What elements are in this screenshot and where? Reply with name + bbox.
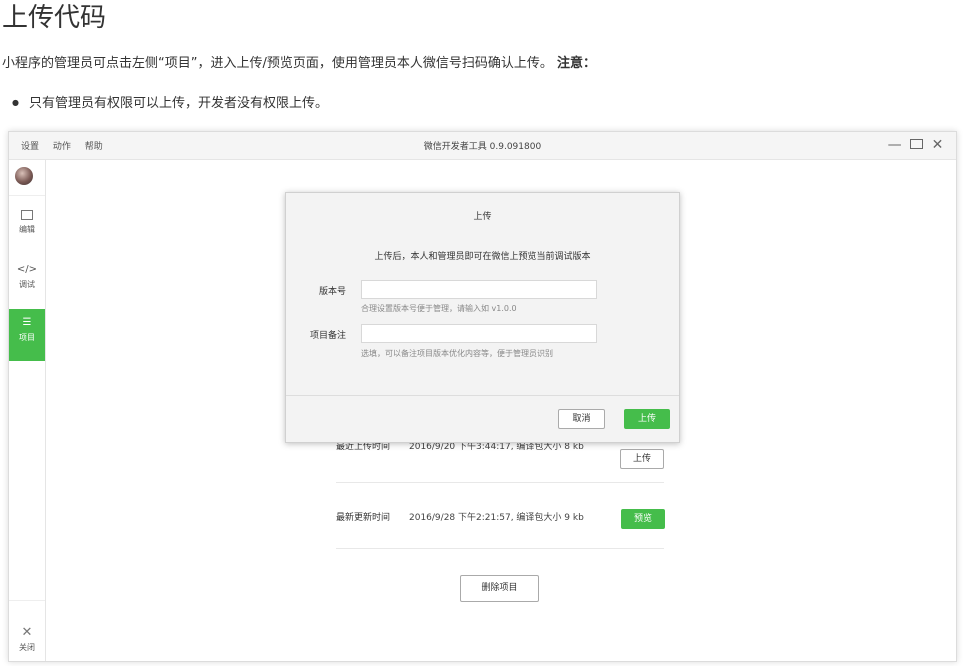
sidebar-item-project[interactable]: ☰ 项目 [9, 309, 45, 361]
sidebar-divider [9, 195, 45, 196]
latest-update-value: 2016/9/28 下午2:21:57, 编译包大小 9 kb [409, 513, 584, 523]
note-input[interactable] [361, 324, 597, 343]
code-icon: </> [16, 264, 38, 275]
sidebar-item-debug[interactable]: </> 调试 [9, 256, 45, 308]
sidebar-divider [9, 600, 45, 601]
window-title: 微信开发者工具 0.9.091800 [423, 142, 542, 152]
preview-button[interactable]: 预览 [621, 509, 665, 529]
doc-bullet-item: 只有管理员有权限可以上传，开发者没有权限上传。 [12, 94, 328, 113]
minimize-icon[interactable]: — [886, 136, 903, 154]
menu-lines-icon: ☰ [22, 317, 32, 328]
sidebar-item-label: 项目 [19, 333, 35, 342]
cancel-button[interactable]: 取消 [558, 409, 605, 429]
note-label: 项目备注 [309, 331, 346, 341]
version-input[interactable] [361, 280, 597, 299]
devtools-window: 设置 动作 帮助 微信开发者工具 0.9.091800 — ✕ 编辑 </> 调… [8, 131, 957, 662]
editor-icon [21, 210, 33, 220]
upload-dialog: 上传 上传后，本人和管理员即可在微信上预览当前调试版本 版本号 合理设置版本号便… [285, 192, 680, 443]
avatar[interactable] [15, 167, 33, 185]
sidebar-item-label: 调试 [19, 280, 35, 289]
dialog-footer: 取消 上传 [286, 395, 679, 442]
sidebar-item-label: 编辑 [19, 225, 35, 234]
maximize-icon[interactable] [908, 136, 925, 154]
close-icon[interactable]: ✕ [929, 136, 946, 154]
sidebar-close-label: 关闭 [19, 643, 35, 652]
sidebar-item-edit[interactable]: 编辑 [9, 202, 45, 254]
doc-note: 注意： [557, 56, 597, 71]
dialog-upload-button[interactable]: 上传 [624, 409, 670, 429]
note-hint: 选填，可以备注项目版本优化内容等，便于管理员识别 [361, 349, 553, 358]
sidebar-item-close[interactable]: ✕ 关闭 [9, 625, 45, 653]
doc-title: 上传代码 [2, 3, 107, 33]
doc-paragraph-text: 小程序的管理员可点击左侧“项目”，进入上传/预览页面，使用管理员本人微信号扫码确… [2, 56, 553, 71]
window-controls: — ✕ [886, 136, 946, 154]
latest-update-row: 最新更新时间 2016/9/28 下午2:21:57, 编译包大小 9 kb 预… [336, 488, 665, 549]
doc-paragraph: 小程序的管理员可点击左侧“项目”，进入上传/预览页面，使用管理员本人微信号扫码确… [2, 55, 596, 73]
sidebar: 编辑 </> 调试 ☰ 项目 ✕ 关闭 [9, 160, 46, 661]
latest-update-label: 最新更新时间 [336, 513, 391, 523]
title-bar: 设置 动作 帮助 微信开发者工具 0.9.091800 — ✕ [9, 132, 956, 160]
close-x-icon: ✕ [21, 625, 33, 640]
doc-bullet-list: 只有管理员有权限可以上传，开发者没有权限上传。 [12, 94, 328, 113]
dialog-description: 上传后，本人和管理员即可在微信上预览当前调试版本 [374, 252, 591, 262]
delete-project-button[interactable]: 删除项目 [460, 575, 539, 602]
upload-button[interactable]: 上传 [620, 449, 664, 469]
version-hint: 合理设置版本号便于管理，请输入如 v1.0.0 [361, 304, 517, 313]
version-label: 版本号 [318, 287, 346, 297]
dialog-title: 上传 [473, 212, 492, 222]
